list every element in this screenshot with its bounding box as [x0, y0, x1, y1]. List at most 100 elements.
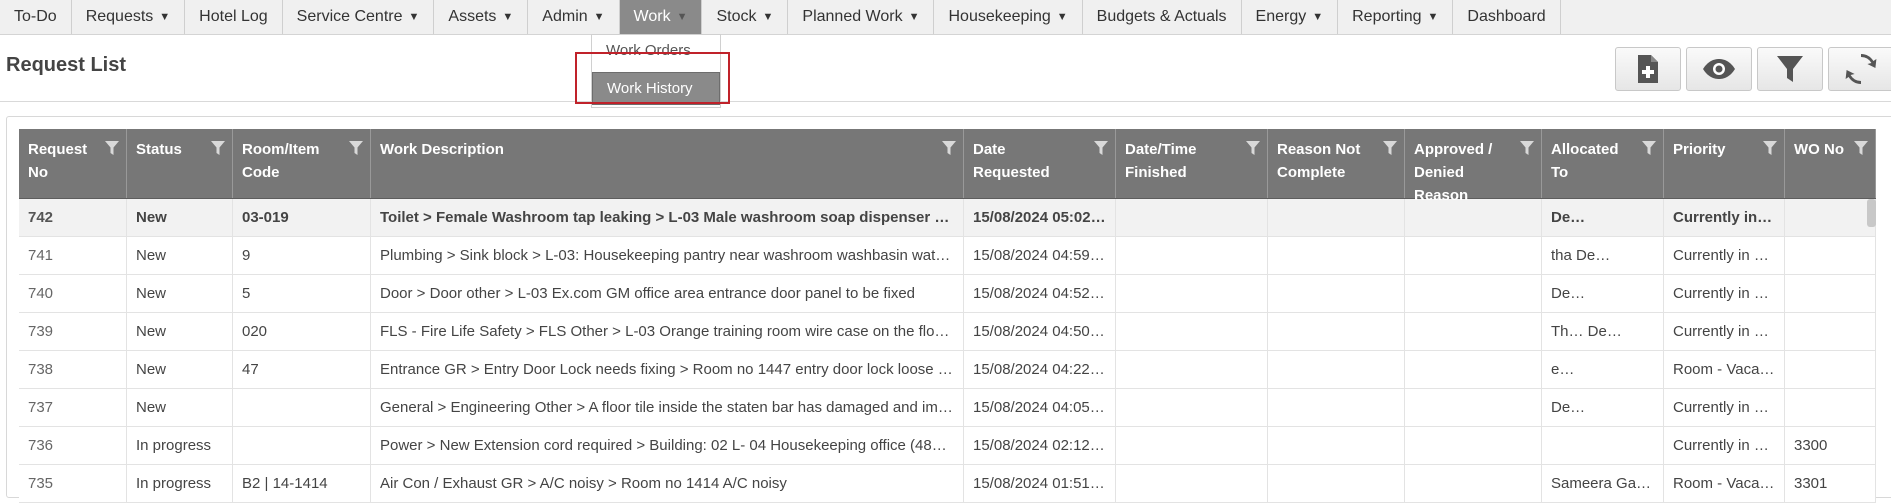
cell-room: 03-019: [233, 199, 371, 236]
work-dropdown-menu: Work Orders Work History: [591, 34, 721, 108]
column-filter-icon[interactable]: [211, 141, 225, 155]
column-header[interactable]: Approved / Denied Reason: [1405, 129, 1542, 204]
nav-item-label: Housekeeping: [948, 8, 1051, 25]
column-header[interactable]: Request No: [19, 129, 127, 198]
column-filter-icon[interactable]: [942, 141, 956, 155]
cell-room: [233, 427, 371, 464]
nav-item-dashboard[interactable]: Dashboard: [1453, 0, 1561, 34]
table-row[interactable]: 738 New 47 Entrance GR > Entry Door Lock ne…: [19, 351, 1876, 389]
column-header[interactable]: Work Description: [371, 129, 964, 198]
column-filter-icon[interactable]: [1854, 141, 1868, 155]
column-filter-icon[interactable]: [1520, 141, 1534, 155]
cell-wo: [1785, 275, 1876, 312]
cell-status: In progress: [127, 427, 233, 464]
nav-item-admin[interactable]: Admin ▼: [528, 0, 620, 34]
page-title: Request List: [6, 54, 127, 76]
cell-allocated: tha De…: [1542, 237, 1664, 274]
cell-desc: Toilet > Female Washroom tap leaking > L…: [371, 199, 964, 236]
cell-desc: Door > Door other > L-03 Ex.com GM offic…: [371, 275, 964, 312]
cell-allocated: Sameera Ga…: [1542, 465, 1664, 502]
column-filter-icon[interactable]: [1246, 141, 1260, 155]
cell-allocated: Th… De…: [1542, 313, 1664, 350]
filter-button[interactable]: [1757, 47, 1823, 91]
cell-finished: [1116, 351, 1268, 388]
filter-icon: [1777, 56, 1803, 82]
cell-finished: [1116, 427, 1268, 464]
column-header[interactable]: Allocated To: [1542, 129, 1664, 198]
refresh-icon: [1845, 54, 1877, 84]
nav-item-label: Hotel Log: [199, 8, 268, 25]
column-filter-icon[interactable]: [105, 141, 119, 155]
column-filter-icon[interactable]: [1383, 141, 1397, 155]
column-header-label: Approved / Denied Reason: [1414, 141, 1493, 204]
menu-item-work-history[interactable]: Work History: [592, 72, 720, 105]
chevron-down-icon: ▼: [1312, 11, 1324, 23]
grid-body: 742 New 03-019 Toilet > Female Washroom tap…: [19, 199, 1876, 503]
nav-item-service-centre[interactable]: Service Centre ▼: [283, 0, 435, 34]
cell-reason: [1268, 389, 1405, 426]
cell-no: 740: [19, 275, 127, 312]
nav-item-reporting[interactable]: Reporting ▼: [1338, 0, 1454, 34]
column-header[interactable]: Status: [127, 129, 233, 198]
cell-no: 735: [19, 465, 127, 502]
view-button[interactable]: [1686, 47, 1752, 91]
nav-item-work[interactable]: Work ▼: [619, 0, 703, 34]
nav-item-energy[interactable]: Energy ▼: [1242, 0, 1339, 34]
nav-item-budgets-actuals[interactable]: Budgets & Actuals: [1083, 0, 1242, 34]
column-header-label: Status: [136, 141, 182, 158]
cell-wo: [1785, 199, 1876, 236]
nav-item-to-do[interactable]: To-Do: [0, 0, 72, 34]
cell-room: 020: [233, 313, 371, 350]
cell-allocated: e…: [1542, 351, 1664, 388]
cell-reason: [1268, 351, 1405, 388]
cell-priority: Currently in …: [1664, 275, 1785, 312]
cell-wo: [1785, 313, 1876, 350]
column-filter-icon[interactable]: [1094, 141, 1108, 155]
nav-item-housekeeping[interactable]: Housekeeping ▼: [934, 0, 1083, 34]
cell-allocated: De…: [1542, 389, 1664, 426]
nav-item-label: Dashboard: [1467, 8, 1546, 25]
column-filter-icon[interactable]: [349, 141, 363, 155]
cell-date: 15/08/2024 02:12…: [964, 427, 1116, 464]
chevron-down-icon: ▼: [676, 11, 688, 23]
cell-priority: Room - Vaca…: [1664, 465, 1785, 502]
cell-no: 736: [19, 427, 127, 464]
table-row[interactable]: 742 New 03-019 Toilet > Female Washroom tap…: [19, 199, 1876, 237]
nav-item-label: Requests: [85, 8, 154, 25]
menu-item-work-orders[interactable]: Work Orders: [592, 35, 720, 66]
table-row[interactable]: 741 New 9 Plumbing > Sink block > L-03: Hou…: [19, 237, 1876, 275]
column-header[interactable]: WO No: [1785, 129, 1876, 198]
nav-item-stock[interactable]: Stock ▼: [702, 0, 789, 34]
add-request-button[interactable]: [1615, 47, 1681, 91]
nav-item-requests[interactable]: Requests ▼: [72, 0, 186, 34]
cell-status: In progress: [127, 465, 233, 502]
nav-item-label: Admin: [542, 8, 588, 25]
chevron-down-icon: ▼: [762, 11, 774, 23]
cell-room: 5: [233, 275, 371, 312]
cell-desc: Plumbing > Sink block > L-03: Housekeepi…: [371, 237, 964, 274]
column-header[interactable]: Room/Item Code: [233, 129, 371, 198]
nav-item-planned-work[interactable]: Planned Work ▼: [788, 0, 935, 34]
refresh-button[interactable]: [1828, 47, 1891, 91]
column-header[interactable]: Reason Not Complete: [1268, 129, 1405, 198]
column-filter-icon[interactable]: [1642, 141, 1656, 155]
nav-item-label: Assets: [448, 8, 497, 25]
column-header[interactable]: Date Requested: [964, 129, 1116, 198]
main-nav: To-Do Requests ▼ Hotel Log Service Centre ▼ As…: [0, 0, 1891, 35]
vertical-scrollbar[interactable]: [1867, 199, 1876, 227]
chevron-down-icon: ▼: [1056, 11, 1068, 23]
chevron-down-icon: ▼: [408, 11, 420, 23]
column-header[interactable]: Priority: [1664, 129, 1785, 198]
table-row[interactable]: 737 New General > Engineering Other > A fl…: [19, 389, 1876, 427]
nav-item-assets[interactable]: Assets ▼: [434, 0, 529, 34]
table-row[interactable]: 735 In progress B2 | 14-1414 Air Con / Exha…: [19, 465, 1876, 503]
cell-approved: [1405, 465, 1542, 502]
column-header[interactable]: Date/Time Finished: [1116, 129, 1268, 198]
column-filter-icon[interactable]: [1763, 141, 1777, 155]
table-row[interactable]: 739 New 020 FLS - Fire Life Safety > FLS Ot…: [19, 313, 1876, 351]
nav-item-hotel-log[interactable]: Hotel Log: [185, 0, 283, 34]
nav-item-label: Reporting: [1352, 8, 1422, 25]
cell-no: 737: [19, 389, 127, 426]
table-row[interactable]: 740 New 5 Door > Door other > L-03 Ex.com G…: [19, 275, 1876, 313]
table-row[interactable]: 736 In progress Power > New Extension cord…: [19, 427, 1876, 465]
